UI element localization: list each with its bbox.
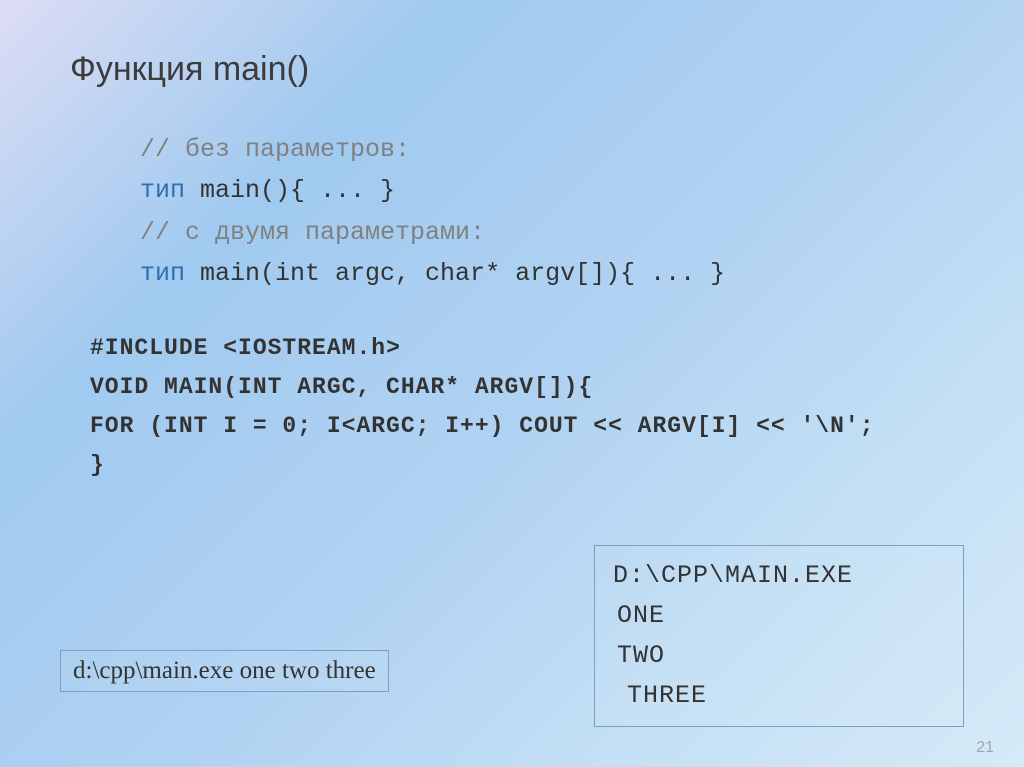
include-line-b: h (371, 335, 386, 361)
keyword-type-2: тип (140, 259, 185, 288)
sig-twoparams: main(int argc, char* argv[]){ ... } (185, 259, 725, 288)
comment-noparams: // без параметров: (140, 135, 410, 164)
input-box: d:\cpp\main.exe one two three (60, 650, 389, 692)
for-loop-line: FOR (INT I = 0; I<ARGC; I++) COUT << ARG… (90, 407, 954, 446)
page-title: Функция main() (70, 50, 954, 89)
output-box: D:\CPP\MAIN.EXE ONE TWO THREE (594, 545, 964, 727)
output-line-3: TWO (613, 636, 945, 676)
comment-twoparams: // с двумя параметрами: (140, 218, 485, 247)
output-line-4: THREE (613, 676, 945, 716)
syntax-block: // без параметров: тип main(){ ... } // … (140, 129, 954, 294)
example-code: #INCLUDE <IOSTREAM.h> VOID MAIN(INT ARGC… (90, 329, 954, 485)
output-line-2: ONE (613, 596, 945, 636)
sig-noparams: main(){ ... } (185, 176, 395, 205)
closing-brace: } (90, 446, 954, 485)
keyword-type-1: тип (140, 176, 185, 205)
main-decl-line: VOID MAIN(INT ARGC, CHAR* ARGV[]){ (90, 368, 954, 407)
include-line-c: > (386, 335, 401, 361)
slide: Функция main() // без параметров: тип ma… (0, 0, 1024, 767)
output-line-1: D:\CPP\MAIN.EXE (613, 556, 945, 596)
include-line-a: #INCLUDE <IOSTREAM. (90, 335, 371, 361)
page-number: 21 (976, 739, 994, 757)
